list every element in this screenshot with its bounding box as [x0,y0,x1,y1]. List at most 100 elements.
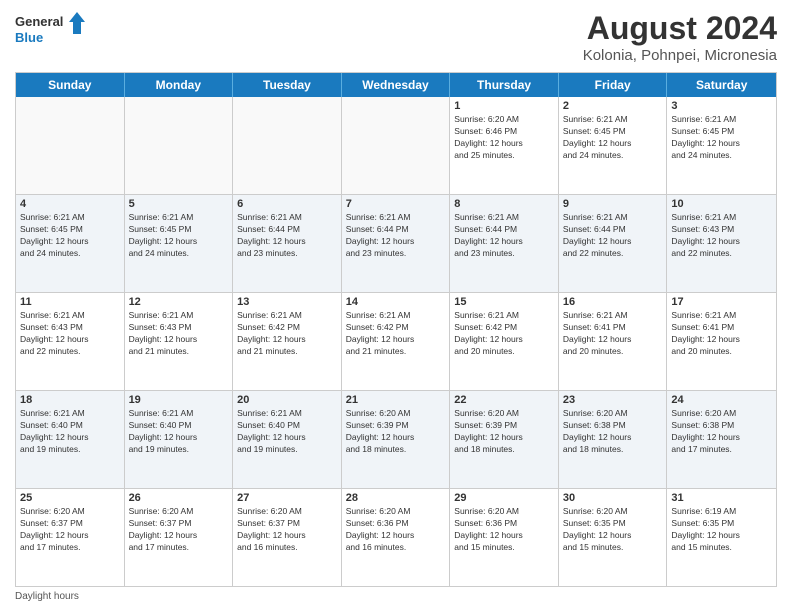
title-block: August 2024 Kolonia, Pohnpei, Micronesia [583,10,777,64]
day-cell-16: 16 Sunrise: 6:21 AMSunset: 6:41 PMDayligh… [559,293,668,390]
day-number-23: 23 [563,394,663,406]
day-info-24: Sunrise: 6:20 AMSunset: 6:38 PMDaylight:… [671,408,772,456]
day-cell-empty-0-3 [342,97,451,194]
day-info-10: Sunrise: 6:21 AMSunset: 6:43 PMDaylight:… [671,212,772,260]
day-info-23: Sunrise: 6:20 AMSunset: 6:38 PMDaylight:… [563,408,663,456]
day-info-29: Sunrise: 6:20 AMSunset: 6:36 PMDaylight:… [454,506,554,554]
day-number-4: 4 [20,198,120,210]
day-cell-26: 26 Sunrise: 6:20 AMSunset: 6:37 PMDayligh… [125,489,234,586]
day-info-6: Sunrise: 6:21 AMSunset: 6:44 PMDaylight:… [237,212,337,260]
header-thursday: Thursday [450,73,559,97]
day-info-27: Sunrise: 6:20 AMSunset: 6:37 PMDaylight:… [237,506,337,554]
day-number-3: 3 [671,100,772,112]
day-cell-5: 5Sunrise: 6:21 AMSunset: 6:45 PMDaylight… [125,195,234,292]
day-info-11: Sunrise: 6:21 AMSunset: 6:43 PMDaylight:… [20,310,120,358]
day-cell-9: 9 Sunrise: 6:21 AMSunset: 6:44 PMDaylight… [559,195,668,292]
day-cell-24: 24Sunrise: 6:20 AMSunset: 6:38 PMDayligh… [667,391,776,488]
day-cell-3: 3 Sunrise: 6:21 AMSunset: 6:45 PMDaylight… [667,97,776,194]
day-cell-19: 19 Sunrise: 6:21 AMSunset: 6:40 PMDayligh… [125,391,234,488]
day-number-1: 1 [454,100,554,112]
day-number-9: 9 [563,198,663,210]
day-info-1: Sunrise: 6:20 AMSunset: 6:46 PMDaylight:… [454,114,554,162]
day-cell-empty-0-0 [16,97,125,194]
day-info-12: Sunrise: 6:21 AMSunset: 6:43 PMDaylight:… [129,310,229,358]
day-info-14: Sunrise: 6:21 AMSunset: 6:42 PMDaylight:… [346,310,446,358]
day-cell-8: 8 Sunrise: 6:21 AMSunset: 6:44 PMDaylight… [450,195,559,292]
page-title: August 2024 [583,10,777,47]
day-info-31: Sunrise: 6:19 AMSunset: 6:35 PMDaylight:… [671,506,772,554]
day-cell-2: 2 Sunrise: 6:21 AMSunset: 6:45 PMDaylight… [559,97,668,194]
day-info-4: Sunrise: 6:21 AMSunset: 6:45 PMDaylight:… [20,212,120,260]
day-number-8: 8 [454,198,554,210]
day-number-20: 20 [237,394,337,406]
day-cell-21: 21Sunrise: 6:20 AMSunset: 6:39 PMDayligh… [342,391,451,488]
day-cell-23: 23 Sunrise: 6:20 AMSunset: 6:38 PMDayligh… [559,391,668,488]
calendar-body: 1 Sunrise: 6:20 AMSunset: 6:46 PMDaylight… [16,97,776,586]
day-info-16: Sunrise: 6:21 AMSunset: 6:41 PMDaylight:… [563,310,663,358]
day-info-19: Sunrise: 6:21 AMSunset: 6:40 PMDaylight:… [129,408,229,456]
day-cell-4: 4 Sunrise: 6:21 AMSunset: 6:45 PMDaylight… [16,195,125,292]
day-number-5: 5 [129,198,229,210]
day-info-7: Sunrise: 6:21 AMSunset: 6:44 PMDaylight:… [346,212,446,260]
day-info-9: Sunrise: 6:21 AMSunset: 6:44 PMDaylight:… [563,212,663,260]
day-info-22: Sunrise: 6:20 AMSunset: 6:39 PMDaylight:… [454,408,554,456]
day-number-21: 21 [346,394,446,406]
day-info-17: Sunrise: 6:21 AMSunset: 6:41 PMDaylight:… [671,310,772,358]
day-cell-29: 29 Sunrise: 6:20 AMSunset: 6:36 PMDayligh… [450,489,559,586]
day-number-27: 27 [237,492,337,504]
day-number-19: 19 [129,394,229,406]
day-cell-25: 25Sunrise: 6:20 AMSunset: 6:37 PMDayligh… [16,489,125,586]
day-info-15: Sunrise: 6:21 AMSunset: 6:42 PMDaylight:… [454,310,554,358]
day-number-7: 7 [346,198,446,210]
day-number-12: 12 [129,296,229,308]
week-row-3: 11 Sunrise: 6:21 AMSunset: 6:43 PMDayligh… [16,293,776,391]
logo: General Blue [15,10,85,50]
day-number-22: 22 [454,394,554,406]
header-wednesday: Wednesday [342,73,451,97]
day-cell-14: 14 Sunrise: 6:21 AMSunset: 6:42 PMDayligh… [342,293,451,390]
svg-text:Blue: Blue [15,30,43,45]
header-saturday: Saturday [667,73,776,97]
day-cell-10: 10 Sunrise: 6:21 AMSunset: 6:43 PMDayligh… [667,195,776,292]
header-tuesday: Tuesday [233,73,342,97]
day-info-25: Sunrise: 6:20 AMSunset: 6:37 PMDaylight:… [20,506,120,554]
day-cell-1: 1 Sunrise: 6:20 AMSunset: 6:46 PMDaylight… [450,97,559,194]
day-info-13: Sunrise: 6:21 AMSunset: 6:42 PMDaylight:… [237,310,337,358]
day-info-2: Sunrise: 6:21 AMSunset: 6:45 PMDaylight:… [563,114,663,162]
day-cell-15: 15 Sunrise: 6:21 AMSunset: 6:42 PMDayligh… [450,293,559,390]
day-info-26: Sunrise: 6:20 AMSunset: 6:37 PMDaylight:… [129,506,229,554]
week-row-2: 4 Sunrise: 6:21 AMSunset: 6:45 PMDaylight… [16,195,776,293]
logo-svg: General Blue [15,10,85,50]
day-cell-28: 28 Sunrise: 6:20 AMSunset: 6:36 PMDayligh… [342,489,451,586]
day-number-11: 11 [20,296,120,308]
footer-note: Daylight hours [15,591,777,602]
day-cell-20: 20Sunrise: 6:21 AMSunset: 6:40 PMDayligh… [233,391,342,488]
day-number-10: 10 [671,198,772,210]
week-row-4: 18 Sunrise: 6:21 AMSunset: 6:40 PMDayligh… [16,391,776,489]
day-cell-30: 30Sunrise: 6:20 AMSunset: 6:35 PMDayligh… [559,489,668,586]
day-info-8: Sunrise: 6:21 AMSunset: 6:44 PMDaylight:… [454,212,554,260]
day-info-28: Sunrise: 6:20 AMSunset: 6:36 PMDaylight:… [346,506,446,554]
day-number-16: 16 [563,296,663,308]
svg-text:General: General [15,14,63,29]
day-cell-empty-0-2 [233,97,342,194]
day-cell-17: 17Sunrise: 6:21 AMSunset: 6:41 PMDayligh… [667,293,776,390]
page-subtitle: Kolonia, Pohnpei, Micronesia [583,47,777,64]
day-number-29: 29 [454,492,554,504]
day-number-30: 30 [563,492,663,504]
day-info-3: Sunrise: 6:21 AMSunset: 6:45 PMDaylight:… [671,114,772,162]
week-row-5: 25Sunrise: 6:20 AMSunset: 6:37 PMDayligh… [16,489,776,586]
day-cell-empty-0-1 [125,97,234,194]
day-number-26: 26 [129,492,229,504]
day-cell-22: 22 Sunrise: 6:20 AMSunset: 6:39 PMDayligh… [450,391,559,488]
calendar: SundayMondayTuesdayWednesdayThursdayFrid… [15,72,777,587]
day-cell-12: 12 Sunrise: 6:21 AMSunset: 6:43 PMDayligh… [125,293,234,390]
page-header: General Blue August 2024 Kolonia, Pohnpe… [15,10,777,64]
day-number-2: 2 [563,100,663,112]
day-number-28: 28 [346,492,446,504]
day-number-18: 18 [20,394,120,406]
day-cell-18: 18Sunrise: 6:21 AMSunset: 6:40 PMDayligh… [16,391,125,488]
day-number-15: 15 [454,296,554,308]
day-cell-31: 31Sunrise: 6:19 AMSunset: 6:35 PMDayligh… [667,489,776,586]
day-number-14: 14 [346,296,446,308]
